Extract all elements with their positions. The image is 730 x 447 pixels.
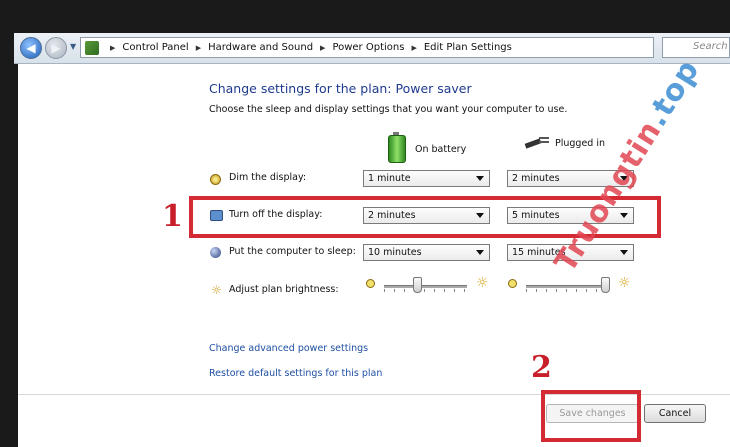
step-number-2: 2 xyxy=(531,350,552,385)
window-frame: ◀ ▶ ▼ ▶ Control Panel ▶ Hardware and Sou… xyxy=(0,0,730,447)
column-header-plugged: Plugged in xyxy=(523,135,605,151)
dim-display-icon xyxy=(210,174,221,185)
sleep-icon xyxy=(210,247,221,258)
breadcrumb-item[interactable]: Power Options xyxy=(332,42,404,53)
slider-thumb[interactable] xyxy=(600,277,610,293)
back-arrow-icon: ◀ xyxy=(26,41,36,55)
row-label-dim: Dim the display: xyxy=(229,172,307,183)
page-subtitle: Choose the sleep and display settings th… xyxy=(209,104,568,115)
brightness-battery-slider[interactable]: ☼ xyxy=(366,275,496,295)
bright-sun-icon: ☼ xyxy=(476,275,489,291)
step-number-1: 1 xyxy=(162,199,183,234)
select-value: 2 minutes xyxy=(512,173,560,184)
column-label: Plugged in xyxy=(555,137,606,149)
slider-track[interactable] xyxy=(526,285,609,288)
slider-thumb[interactable] xyxy=(413,277,423,293)
highlight-box-step2 xyxy=(541,390,641,442)
column-label: On battery xyxy=(415,143,467,155)
row-label-brightness: Adjust plan brightness: xyxy=(229,284,339,295)
chevron-right-icon[interactable]: ▶ xyxy=(411,44,416,52)
battery-icon xyxy=(388,132,406,163)
cancel-button[interactable]: Cancel xyxy=(644,404,706,423)
column-header-battery: On battery xyxy=(388,132,467,163)
dropdown-arrow-icon xyxy=(476,250,484,255)
brightness-plugged-slider[interactable]: ☼ xyxy=(508,275,638,295)
page-title: Change settings for the plan: Power save… xyxy=(209,81,472,96)
history-dropdown-icon[interactable]: ▼ xyxy=(70,42,78,54)
dim-sun-icon xyxy=(366,279,375,288)
advanced-settings-link[interactable]: Change advanced power settings xyxy=(209,343,368,354)
control-panel-icon xyxy=(85,40,99,55)
address-bar: ◀ ▶ ▼ ▶ Control Panel ▶ Hardware and Sou… xyxy=(14,33,730,64)
chevron-right-icon[interactable]: ▶ xyxy=(110,44,115,52)
select-value: 10 minutes xyxy=(368,247,422,258)
dropdown-arrow-icon xyxy=(620,250,628,255)
breadcrumb-item[interactable]: Control Panel xyxy=(122,42,188,53)
forward-button[interactable]: ▶ xyxy=(45,37,67,59)
chevron-right-icon[interactable]: ▶ xyxy=(196,44,201,52)
sleep-battery-select[interactable]: 10 minutes xyxy=(363,244,490,261)
slider-ticks xyxy=(526,289,609,292)
slider-ticks xyxy=(384,289,467,292)
select-value: 1 minute xyxy=(368,173,411,184)
dim-battery-select[interactable]: 1 minute xyxy=(363,170,490,187)
plug-icon xyxy=(523,135,553,151)
row-label-sleep: Put the computer to sleep: xyxy=(229,246,356,257)
brightness-icon: ☼ xyxy=(211,283,222,297)
breadcrumb-item[interactable]: Edit Plan Settings xyxy=(424,42,512,53)
back-button[interactable]: ◀ xyxy=(20,37,42,59)
dropdown-arrow-icon xyxy=(476,176,484,181)
restore-defaults-link[interactable]: Restore default settings for this plan xyxy=(209,368,382,379)
bright-sun-icon: ☼ xyxy=(618,275,631,291)
dim-sun-icon xyxy=(508,279,517,288)
forward-arrow-icon: ▶ xyxy=(51,41,61,55)
breadcrumb[interactable]: ▶ Control Panel ▶ Hardware and Sound ▶ P… xyxy=(80,37,654,58)
breadcrumb-item[interactable]: Hardware and Sound xyxy=(208,42,313,53)
search-input[interactable]: Search xyxy=(662,37,730,58)
chevron-right-icon[interactable]: ▶ xyxy=(320,44,325,52)
slider-track[interactable] xyxy=(384,285,467,288)
